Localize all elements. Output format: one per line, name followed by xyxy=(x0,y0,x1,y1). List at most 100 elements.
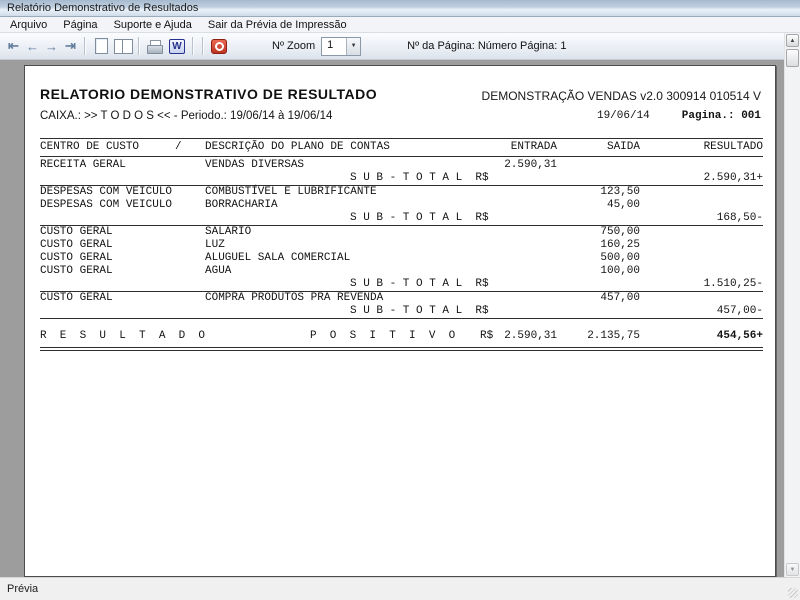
cell-saida: 750,00 xyxy=(600,226,640,239)
table-row: CUSTO GERALSALARIO750,00 xyxy=(40,226,763,239)
column-header-resultado: RESULTADO xyxy=(704,141,763,154)
facing-pages-view-button[interactable] xyxy=(112,35,134,57)
export-word-button[interactable]: W xyxy=(166,35,188,57)
cell-descricao: AGUA xyxy=(205,265,231,278)
cell-entrada: 2.590,31 xyxy=(504,159,557,172)
report-table: CENTRO DE CUSTO / DESCRIÇÃO DO PLANO DE … xyxy=(40,138,763,351)
first-page-button[interactable]: ⇤ xyxy=(4,38,23,54)
subtotal-row: S U B - T O T A L R$ 1.510,25- xyxy=(40,278,763,292)
zoom-value: 1 xyxy=(322,38,346,55)
column-header-saida: SAIDA xyxy=(607,141,640,154)
toolbar-separator xyxy=(192,37,194,55)
toolbar-separator xyxy=(202,37,204,55)
cell-descricao: LUZ xyxy=(205,239,225,252)
zoom-label: Nº Zoom xyxy=(272,40,315,52)
subtotal-value: 168,50- xyxy=(717,212,763,225)
cell-descricao: SALARIO xyxy=(205,226,251,239)
subtotal-row: S U B - T O T A L R$ 168,50- xyxy=(40,212,763,226)
left-column: ⇤ ← → ⇥ W xyxy=(0,33,784,577)
table-row: CUSTO GERAL COMPRA PRODUTOS PRA REVENDA 45… xyxy=(40,292,763,305)
cell-centro-de-custo: CUSTO GERAL xyxy=(40,292,113,305)
menu-bar: Arquivo Página Suporte e Ajuda Sair da P… xyxy=(0,17,800,33)
subtotal-label: S U B - T O T A L R$ xyxy=(350,172,489,185)
exit-preview-button[interactable] xyxy=(208,35,230,57)
result-row: R E S U L T A D O P O S I T I V O R$ 2.5… xyxy=(40,328,763,351)
cell-saida: 457,00 xyxy=(600,292,640,305)
cell-saida: 45,00 xyxy=(607,199,640,212)
table-row: CUSTO GERAL AGUA 100,00 xyxy=(40,265,763,278)
power-icon xyxy=(211,39,227,54)
cell-saida: 160,25 xyxy=(600,239,640,252)
table-row: RECEITA GERAL VENDAS DIVERSAS 2.590,31 xyxy=(40,159,763,172)
scroll-down-button[interactable]: ▼ xyxy=(786,563,799,576)
table-row: CUSTO GERALALUGUEL SALA COMERCIAL500,00 xyxy=(40,252,763,265)
column-header-centro: CENTRO DE CUSTO xyxy=(40,141,139,154)
menu-item-arquivo[interactable]: Arquivo xyxy=(2,18,55,32)
result-currency: R$ xyxy=(480,330,493,343)
cell-descricao: ALUGUEL SALA COMERCIAL xyxy=(205,252,350,265)
status-bar: Prévia xyxy=(0,577,800,600)
cell-centro-de-custo: DESPESAS COM VEICULO xyxy=(40,199,172,212)
result-saida: 2.135,75 xyxy=(587,330,640,343)
scrollbar-thumb[interactable] xyxy=(786,49,799,67)
menu-item-suporte-e-ajuda[interactable]: Suporte e Ajuda xyxy=(106,18,200,32)
table-row: DESPESAS COM VEICULO BORRACHARIA 45,00 xyxy=(40,199,763,212)
table-row: CUSTO GERAL LUZ 160,25 xyxy=(40,239,763,252)
chevron-down-icon[interactable]: ▼ xyxy=(346,38,360,55)
report-version: DEMONSTRAÇÃO VENDAS v2.0 300914 010514 V xyxy=(482,89,761,103)
single-page-icon xyxy=(95,38,108,54)
status-text: Prévia xyxy=(7,583,38,595)
print-button[interactable] xyxy=(144,35,166,57)
table-row: DESPESAS COM VEICULO COMBUSTÍVEL E LUBRIF… xyxy=(40,186,763,199)
subtotal-value: 457,00- xyxy=(717,305,763,318)
column-header-descricao: DESCRIÇÃO DO PLANO DE CONTAS xyxy=(205,141,390,154)
main-area: ⇤ ← → ⇥ W xyxy=(0,33,800,577)
result-label: R E S U L T A D O xyxy=(40,330,205,343)
facing-pages-icon xyxy=(114,39,133,54)
cell-saida: 100,00 xyxy=(600,265,640,278)
subtotal-row: S U B - T O T A L R$ 457,00- xyxy=(40,305,763,319)
cell-descricao: COMBUSTÍVEL E LUBRIFICANTE xyxy=(205,186,377,199)
cell-descricao: VENDAS DIVERSAS xyxy=(205,159,304,172)
page-info-label: Nº da Página: Número Página: 1 xyxy=(407,40,566,52)
app-window: Relatório Demonstrativo de Resultados Ar… xyxy=(0,0,800,600)
report-filter-line: CAIXA.: >> T O D O S << - Periodo.: 19/0… xyxy=(40,110,332,122)
column-header-entrada: ENTRADA xyxy=(511,141,557,154)
report-date: 19/06/14 xyxy=(597,110,650,122)
cell-descricao: BORRACHARIA xyxy=(205,199,278,212)
cell-centro-de-custo: CUSTO GERAL xyxy=(40,252,113,265)
table-header: CENTRO DE CUSTO / DESCRIÇÃO DO PLANO DE … xyxy=(40,138,763,157)
menu-item-pagina[interactable]: Página xyxy=(55,18,105,32)
subtotal-value: 1.510,25- xyxy=(704,278,763,291)
cell-saida: 123,50 xyxy=(600,186,640,199)
subtotal-label: S U B - T O T A L R$ xyxy=(350,305,489,318)
column-header-slash: / xyxy=(175,141,182,154)
last-page-button[interactable]: ⇥ xyxy=(61,38,80,54)
result-resultado: 454,56+ xyxy=(717,330,763,343)
subtotal-label: S U B - T O T A L R$ xyxy=(350,278,489,291)
result-entrada: 2.590,31 xyxy=(504,330,557,343)
preview-workspace: RELATORIO DEMONSTRATIVO DE RESULTADO DEM… xyxy=(0,60,784,577)
previous-page-button[interactable]: ← xyxy=(23,39,42,54)
subtotal-row: S U B - T O T A L R$ 2.590,31+ xyxy=(40,172,763,186)
cell-centro-de-custo: CUSTO GERAL xyxy=(40,239,113,252)
zoom-select[interactable]: 1 ▼ xyxy=(321,37,361,56)
cell-centro-de-custo: RECEITA GERAL xyxy=(40,159,126,172)
scroll-up-button[interactable]: ▲ xyxy=(786,34,799,47)
single-page-view-button[interactable] xyxy=(90,35,112,57)
vertical-scrollbar[interactable]: ▲ ▼ xyxy=(784,33,800,577)
report-page: RELATORIO DEMONSTRATIVO DE RESULTADO DEM… xyxy=(24,65,776,577)
subtotal-label: S U B - T O T A L R$ xyxy=(350,212,489,225)
resize-grip[interactable] xyxy=(788,588,798,598)
menu-item-sair-da-previa[interactable]: Sair da Prévia de Impressão xyxy=(200,18,355,32)
word-icon: W xyxy=(169,39,185,54)
subtotal-value: 2.590,31+ xyxy=(704,172,763,185)
report-page-number: Pagina.: 001 xyxy=(682,110,761,122)
printer-icon xyxy=(147,40,163,53)
next-page-button[interactable]: → xyxy=(42,39,61,54)
report-date-page: 19/06/14 Pagina.: 001 xyxy=(597,110,761,122)
result-status: P O S I T I V O xyxy=(310,330,455,343)
cell-centro-de-custo: DESPESAS COM VEICULO xyxy=(40,186,172,199)
cell-centro-de-custo: CUSTO GERAL xyxy=(40,265,113,278)
cell-descricao: COMPRA PRODUTOS PRA REVENDA xyxy=(205,292,383,305)
